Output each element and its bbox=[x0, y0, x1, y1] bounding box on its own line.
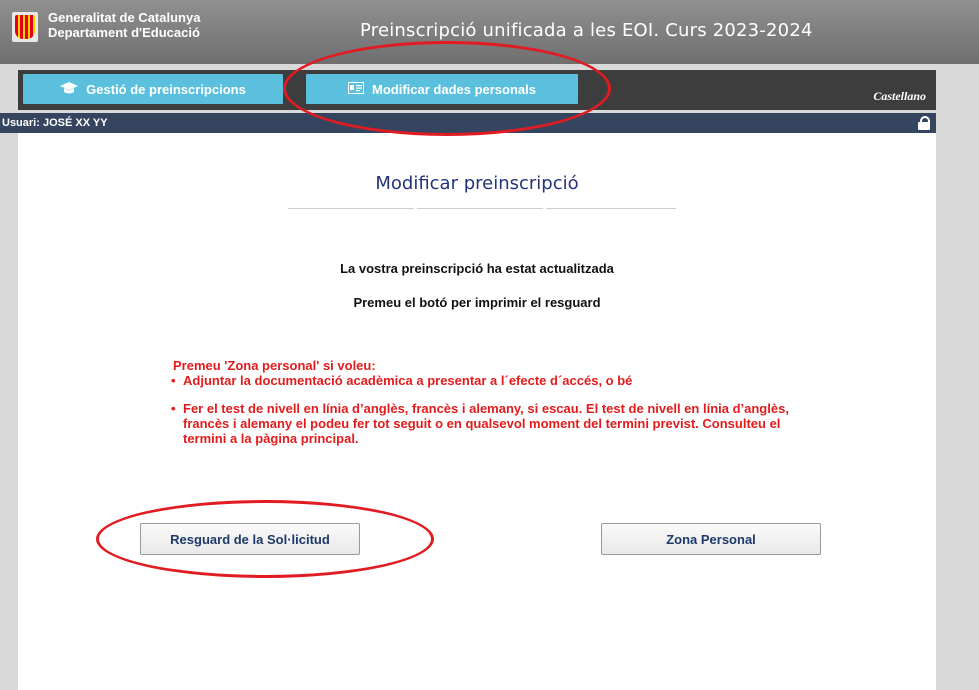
id-card-icon bbox=[348, 81, 364, 97]
manage-preinscriptions-label: Gestió de preinscripcions bbox=[86, 81, 246, 97]
modify-personal-data-label: Modificar dades personals bbox=[372, 81, 536, 97]
manage-preinscriptions-button[interactable]: Gestió de preinscripcions bbox=[23, 74, 283, 104]
modify-personal-data-button[interactable]: Modificar dades personals bbox=[306, 74, 578, 104]
org-line2: Departament d'Educació bbox=[48, 25, 200, 40]
lock-icon[interactable] bbox=[918, 116, 930, 130]
language-link[interactable]: Castellano bbox=[873, 89, 926, 104]
title-divider bbox=[546, 208, 676, 209]
receipt-button[interactable]: Resguard de la Sol·licitud bbox=[140, 523, 360, 555]
graduation-cap-icon bbox=[60, 81, 79, 97]
personal-zone-notice: Premeu 'Zona personal' si voleu: Adjunta… bbox=[163, 358, 823, 446]
update-confirmation: La vostra preinscripció ha estat actuali… bbox=[340, 261, 614, 276]
title-divider bbox=[417, 208, 543, 209]
org-line1: Generalitat de Catalunya bbox=[48, 10, 201, 25]
personal-zone-button[interactable]: Zona Personal bbox=[601, 523, 821, 555]
header: Generalitat de Catalunya Departament d'E… bbox=[0, 0, 979, 64]
org-name: Generalitat de Catalunya Departament d'E… bbox=[48, 10, 200, 40]
generalitat-logo-icon bbox=[12, 12, 38, 42]
page-title: Modificar preinscripció bbox=[375, 173, 579, 194]
user-name: Usuari: JOSÉ XX YY bbox=[2, 117, 108, 129]
notice-heading: Premeu 'Zona personal' si voleu: bbox=[173, 358, 376, 373]
print-instruction: Premeu el botó per imprimir el resguard bbox=[353, 295, 601, 310]
app-title: Preinscripció unificada a les EOI. Curs … bbox=[360, 20, 813, 41]
notice-item: Adjuntar la documentació acadèmica a pre… bbox=[171, 373, 823, 388]
notice-item: Fer el test de nivell en línia d’anglès,… bbox=[171, 401, 823, 446]
user-bar: Usuari: JOSÉ XX YY bbox=[0, 113, 936, 133]
navbar: Gestió de preinscripcions Modificar dade… bbox=[18, 70, 936, 110]
title-divider bbox=[288, 208, 414, 209]
notice-list: Fer el test de nivell en línia d’anglès,… bbox=[163, 401, 823, 446]
main-content: Modificar preinscripció La vostra preins… bbox=[18, 133, 936, 690]
notice-list: Adjuntar la documentació acadèmica a pre… bbox=[163, 373, 823, 388]
